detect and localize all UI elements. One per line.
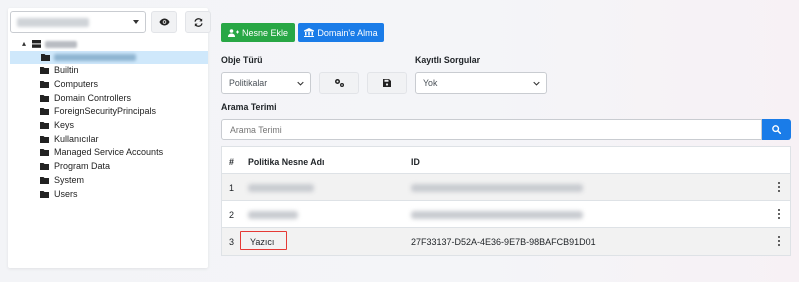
- object-type-select[interactable]: Politikalar: [221, 72, 311, 94]
- object-type-value: Politikalar: [229, 78, 268, 88]
- tree-item-builtin[interactable]: Builtin: [8, 64, 208, 78]
- tree-root-label: [45, 41, 77, 48]
- caret-down-icon: [133, 20, 139, 24]
- saved-queries-label: Kayıtlı Sorgular: [415, 55, 481, 65]
- tree-item-label: Kullanıcılar: [54, 133, 99, 144]
- kebab-menu-icon[interactable]: [777, 182, 780, 192]
- saved-queries-value: Yok: [423, 78, 438, 88]
- folder-icon: [41, 54, 50, 61]
- add-object-label: Nesne Ekle: [241, 27, 289, 38]
- building-icon: [304, 28, 315, 37]
- tree-item-system[interactable]: System: [8, 174, 208, 188]
- domain-select-value: [17, 18, 89, 27]
- tree-item-label: Keys: [54, 120, 75, 131]
- folder-icon: [40, 190, 49, 198]
- tree-item-label: ForeignSecurityPrincipals: [54, 106, 157, 117]
- eye-icon: [159, 18, 169, 26]
- tree-item-keys[interactable]: Keys: [8, 119, 208, 133]
- view-button[interactable]: [151, 11, 177, 33]
- table-header: # Politika Nesne Adı ID: [222, 147, 790, 174]
- settings-button[interactable]: [319, 72, 359, 94]
- search-button[interactable]: [762, 119, 791, 140]
- row-policy-name: Yazıcı: [250, 237, 275, 247]
- kebab-menu-icon[interactable]: [777, 209, 780, 219]
- object-type-label: Obje Türü: [221, 55, 263, 65]
- domain-join-button[interactable]: Domain'e Alma: [298, 23, 384, 42]
- floppy-disk-icon: [383, 79, 391, 87]
- tree-item-selected[interactable]: [10, 51, 208, 64]
- search-icon: [772, 125, 781, 134]
- folder-icon: [40, 149, 49, 157]
- domain-join-label: Domain'e Alma: [317, 27, 378, 38]
- row-id: 27F33137-D52A-4E36-9E7B-98BAFCB91D01: [411, 237, 596, 247]
- search-input[interactable]: [221, 119, 762, 140]
- left-panel: ▴ Builtin Computers Domain Controllers F…: [8, 8, 211, 268]
- server-icon: [32, 40, 41, 48]
- row-id-redacted: [411, 211, 583, 219]
- domain-select[interactable]: [10, 11, 146, 33]
- row-name-redacted: [248, 184, 314, 192]
- search-term-label: Arama Terimi: [221, 102, 277, 112]
- tree-item-label: Builtin: [54, 65, 79, 76]
- user-plus-icon: [227, 28, 239, 37]
- folder-icon: [40, 94, 49, 102]
- tree-item-selected-label: [54, 54, 136, 61]
- policy-table: # Politika Nesne Adı ID 1 2 3 Yazıcı 27F…: [221, 146, 791, 256]
- refresh-icon: [193, 17, 203, 27]
- header-policy-name: Politika Nesne Adı: [248, 157, 325, 167]
- tree-item-kullanicilar[interactable]: Kullanıcılar: [8, 132, 208, 146]
- tree-root[interactable]: ▴: [8, 38, 208, 51]
- saved-queries-select[interactable]: Yok: [415, 72, 547, 94]
- tree-item-managed-service-accounts[interactable]: Managed Service Accounts: [8, 146, 208, 160]
- tree-item-domain-controllers[interactable]: Domain Controllers: [8, 91, 208, 105]
- folder-icon: [40, 67, 49, 75]
- row-number: 1: [229, 183, 235, 193]
- row-number: 2: [229, 210, 235, 220]
- header-number: #: [229, 157, 234, 167]
- tree-item-computers[interactable]: Computers: [8, 78, 208, 92]
- row-number: 3: [229, 237, 235, 247]
- tree-item-program-data[interactable]: Program Data: [8, 160, 208, 174]
- tree-item-label: Managed Service Accounts: [54, 147, 164, 158]
- table-row[interactable]: 1: [222, 174, 790, 201]
- folder-icon: [40, 135, 49, 143]
- cogs-icon: [334, 79, 344, 87]
- kebab-menu-icon[interactable]: [777, 236, 780, 246]
- folder-icon: [40, 163, 49, 171]
- tree-item-foreign-security-principals[interactable]: ForeignSecurityPrincipals: [8, 105, 208, 119]
- folder-icon: [40, 176, 49, 184]
- tree-item-label: Computers: [54, 79, 99, 90]
- tree-item-users[interactable]: Users: [8, 187, 208, 201]
- table-row[interactable]: 2: [222, 201, 790, 228]
- folder-icon: [40, 122, 49, 130]
- row-name-redacted: [248, 211, 298, 219]
- folder-icon: [40, 108, 49, 116]
- folder-icon: [40, 81, 49, 89]
- chevron-down-icon: [533, 81, 540, 86]
- header-id: ID: [411, 157, 420, 167]
- row-id-redacted: [411, 184, 583, 192]
- save-button[interactable]: [367, 72, 407, 94]
- refresh-button[interactable]: [185, 11, 211, 33]
- add-object-button[interactable]: Nesne Ekle: [221, 23, 295, 42]
- tree-item-label: Domain Controllers: [54, 92, 132, 103]
- tree-item-label: Users: [54, 188, 78, 199]
- collapse-toggle-icon[interactable]: ▴: [22, 39, 26, 49]
- ou-tree: ▴ Builtin Computers Domain Controllers F…: [8, 38, 208, 201]
- tree-item-label: System: [54, 174, 85, 185]
- tree-item-label: Program Data: [54, 161, 111, 172]
- table-row[interactable]: 3 Yazıcı 27F33137-D52A-4E36-9E7B-98BAFCB…: [222, 228, 790, 255]
- chevron-down-icon: [297, 81, 304, 86]
